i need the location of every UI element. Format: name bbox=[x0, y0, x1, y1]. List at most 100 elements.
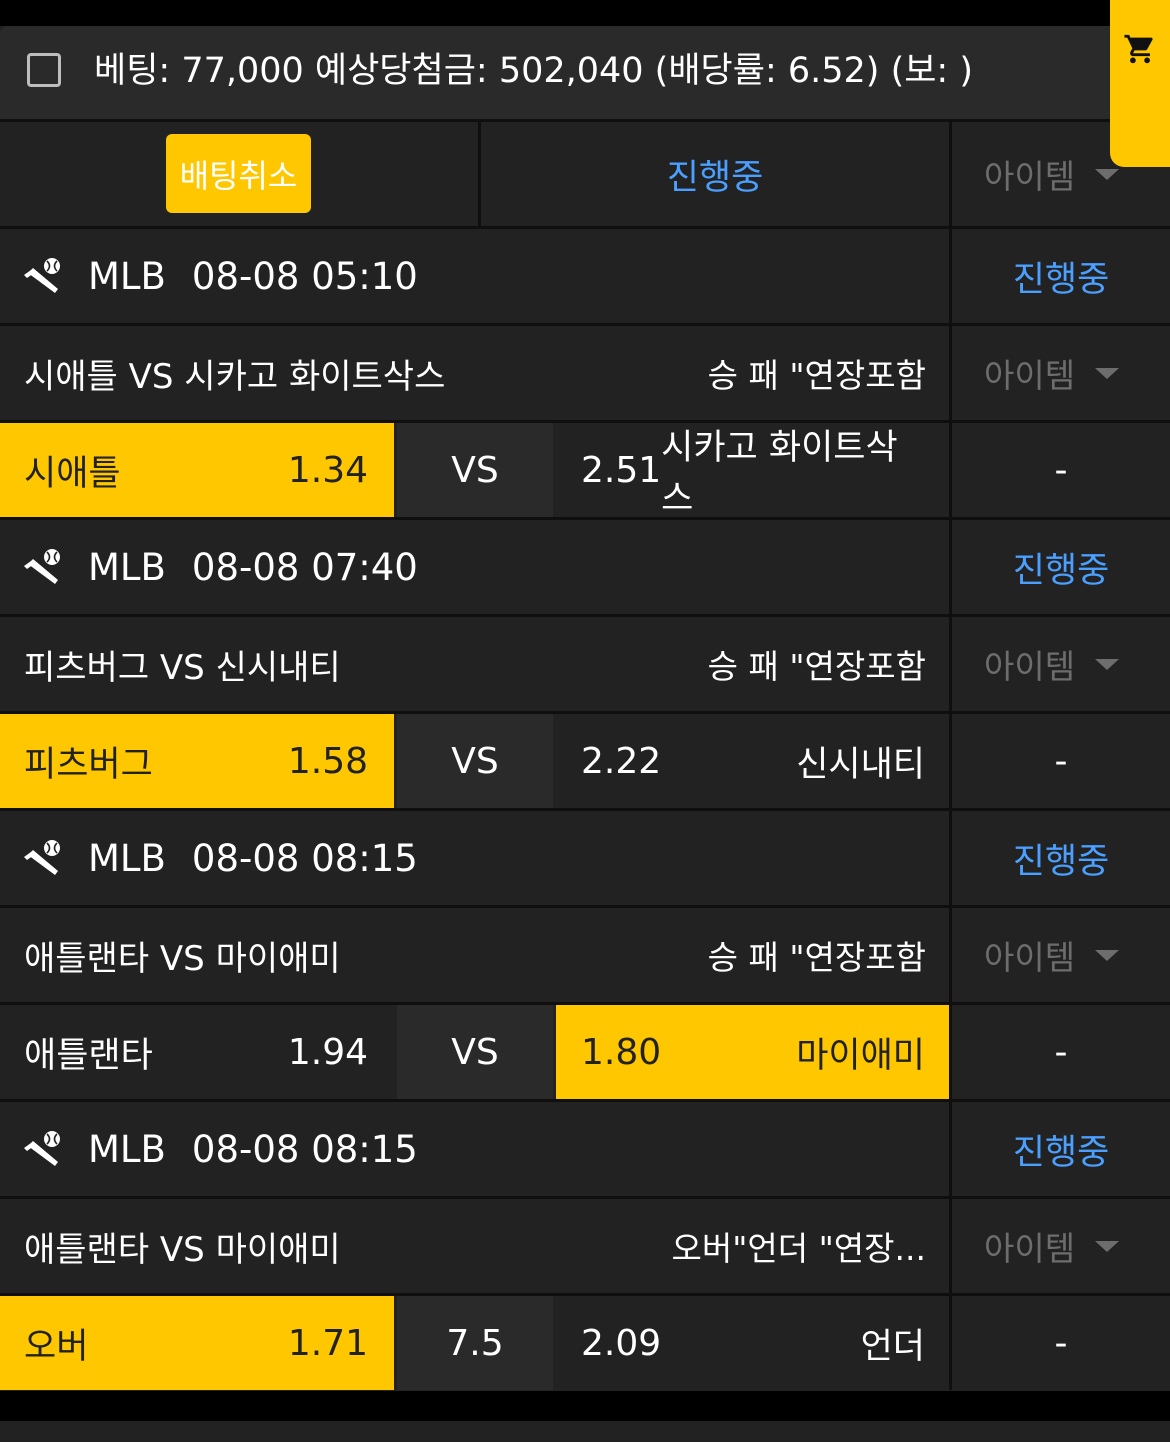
away-odds: 1.80 bbox=[581, 1031, 662, 1073]
home-odds-button[interactable]: 시애틀 1.34 bbox=[0, 423, 394, 517]
matchup-title: 시애틀 VS 시카고 화이트삭스 bbox=[24, 356, 446, 397]
bet-type: 승 패 "연장포함 bbox=[707, 356, 926, 395]
footer-panel bbox=[0, 1421, 1170, 1442]
home-odds-button[interactable]: 피츠버그 1.58 bbox=[0, 714, 394, 808]
status-label: 진행중 bbox=[666, 157, 764, 198]
item-dropdown-label: 아이템 bbox=[984, 647, 1076, 686]
result-label: - bbox=[1054, 1322, 1068, 1364]
baseball-icon bbox=[24, 549, 60, 584]
league-info: MLB 08-08 08:15 bbox=[22, 1102, 418, 1196]
item-dropdown[interactable]: 아이템 bbox=[984, 326, 1120, 420]
away-odds: 2.51 bbox=[581, 449, 662, 491]
bet-summary: 베팅: 77,000 예상당첨금: 502,040 (배당률: 6.52) (보… bbox=[94, 51, 973, 91]
bet-type: 오버"언더 "연장... bbox=[671, 1229, 926, 1268]
home-odds-button[interactable]: 오버 1.71 bbox=[0, 1296, 394, 1390]
result-label: - bbox=[1054, 449, 1068, 491]
home-odds: 1.58 bbox=[287, 740, 368, 782]
divider bbox=[949, 908, 952, 1002]
league-label: MLB bbox=[88, 545, 166, 589]
middle-cell: VS bbox=[397, 1005, 553, 1099]
shopping-cart-icon bbox=[1124, 34, 1153, 64]
bet-type: 승 패 "연장포함 bbox=[707, 938, 926, 977]
baseball-icon bbox=[24, 1131, 60, 1166]
caret-down-icon bbox=[1095, 658, 1120, 670]
middle-label: VS bbox=[451, 1031, 499, 1073]
game-status-link[interactable]: 진행중 bbox=[952, 1102, 1170, 1196]
baseball-icon bbox=[24, 840, 60, 875]
game-status: 진행중 bbox=[1012, 841, 1110, 882]
middle-label: 7.5 bbox=[446, 1322, 504, 1364]
away-odds: 2.22 bbox=[581, 740, 662, 782]
cart-button[interactable] bbox=[1110, 0, 1170, 167]
game-datetime: 08-08 05:10 bbox=[191, 254, 418, 298]
middle-cell: 7.5 bbox=[397, 1296, 553, 1390]
home-team: 시애틀 bbox=[24, 453, 121, 494]
game-status-link[interactable]: 진행중 bbox=[952, 520, 1170, 614]
item-dropdown-label: 아이템 bbox=[984, 157, 1076, 196]
result-cell: - bbox=[952, 1005, 1170, 1099]
away-odds-button[interactable]: 2.09 언더 bbox=[556, 1296, 949, 1390]
league-label: MLB bbox=[88, 254, 166, 298]
league-info: MLB 08-08 08:15 bbox=[22, 811, 418, 905]
status-link[interactable]: 진행중 bbox=[481, 122, 949, 226]
result-label: - bbox=[1054, 1031, 1068, 1073]
item-dropdown-label: 아이템 bbox=[984, 1229, 1076, 1268]
select-checkbox[interactable] bbox=[27, 53, 61, 87]
matchup-title: 애틀랜타 VS 마이애미 bbox=[24, 938, 341, 979]
item-dropdown-label: 아이템 bbox=[984, 356, 1076, 395]
game-datetime: 08-08 08:15 bbox=[191, 1127, 418, 1171]
item-dropdown[interactable]: 아이템 bbox=[984, 1199, 1120, 1293]
home-odds: 1.34 bbox=[287, 449, 368, 491]
bet-type: 승 패 "연장포함 bbox=[707, 647, 926, 686]
result-cell: - bbox=[952, 714, 1170, 808]
home-team: 애틀랜타 bbox=[24, 1035, 153, 1076]
baseball-icon bbox=[24, 258, 60, 293]
away-odds-button[interactable]: 1.80 마이애미 bbox=[556, 1005, 949, 1099]
item-dropdown[interactable]: 아이템 bbox=[984, 122, 1120, 226]
league-info: MLB 08-08 07:40 bbox=[22, 520, 418, 614]
league-label: MLB bbox=[88, 1127, 166, 1171]
home-team: 피츠버그 bbox=[24, 744, 153, 785]
item-dropdown[interactable]: 아이템 bbox=[984, 617, 1120, 711]
result-label: - bbox=[1054, 740, 1068, 782]
divider bbox=[949, 617, 952, 711]
league-info: MLB 08-08 05:10 bbox=[22, 229, 418, 323]
away-team: 마이애미 bbox=[796, 1035, 925, 1076]
caret-down-icon bbox=[1095, 1240, 1120, 1252]
divider bbox=[949, 1199, 952, 1293]
matchup-title: 피츠버그 VS 신시내티 bbox=[24, 647, 341, 688]
middle-cell: VS bbox=[397, 423, 553, 517]
away-team: 시카고 화이트삭스 bbox=[661, 428, 898, 519]
game-datetime: 08-08 07:40 bbox=[191, 545, 418, 589]
caret-down-icon bbox=[1095, 168, 1120, 180]
game-status: 진행중 bbox=[1012, 1132, 1110, 1173]
game-status-link[interactable]: 진행중 bbox=[952, 229, 1170, 323]
middle-cell: VS bbox=[397, 714, 553, 808]
middle-label: VS bbox=[451, 449, 499, 491]
caret-down-icon bbox=[1095, 949, 1120, 961]
away-odds-button[interactable]: 2.51 시카고 화이트삭스 bbox=[556, 423, 949, 519]
league-label: MLB bbox=[88, 836, 166, 880]
divider bbox=[949, 122, 952, 226]
home-team: 오버 bbox=[24, 1326, 89, 1367]
away-odds-button[interactable]: 2.22 신시내티 bbox=[556, 714, 949, 808]
game-status: 진행중 bbox=[1012, 259, 1110, 300]
game-status-link[interactable]: 진행중 bbox=[952, 811, 1170, 905]
away-odds: 2.09 bbox=[581, 1322, 662, 1364]
cancel-bet-button[interactable]: 배팅취소 bbox=[166, 134, 311, 213]
middle-label: VS bbox=[451, 740, 499, 782]
home-odds: 1.71 bbox=[287, 1322, 368, 1364]
matchup-title: 애틀랜타 VS 마이애미 bbox=[24, 1229, 341, 1270]
game-status: 진행중 bbox=[1012, 550, 1110, 591]
caret-down-icon bbox=[1095, 367, 1120, 379]
home-odds: 1.94 bbox=[287, 1031, 368, 1073]
result-cell: - bbox=[952, 1296, 1170, 1390]
item-dropdown-label: 아이템 bbox=[984, 938, 1076, 977]
footer-bar bbox=[0, 1391, 1170, 1421]
away-team: 신시내티 bbox=[796, 744, 925, 785]
item-dropdown[interactable]: 아이템 bbox=[984, 908, 1120, 1002]
away-team: 언더 bbox=[860, 1326, 925, 1367]
home-odds-button[interactable]: 애틀랜타 1.94 bbox=[0, 1005, 394, 1099]
divider bbox=[949, 326, 952, 420]
result-cell: - bbox=[952, 423, 1170, 517]
